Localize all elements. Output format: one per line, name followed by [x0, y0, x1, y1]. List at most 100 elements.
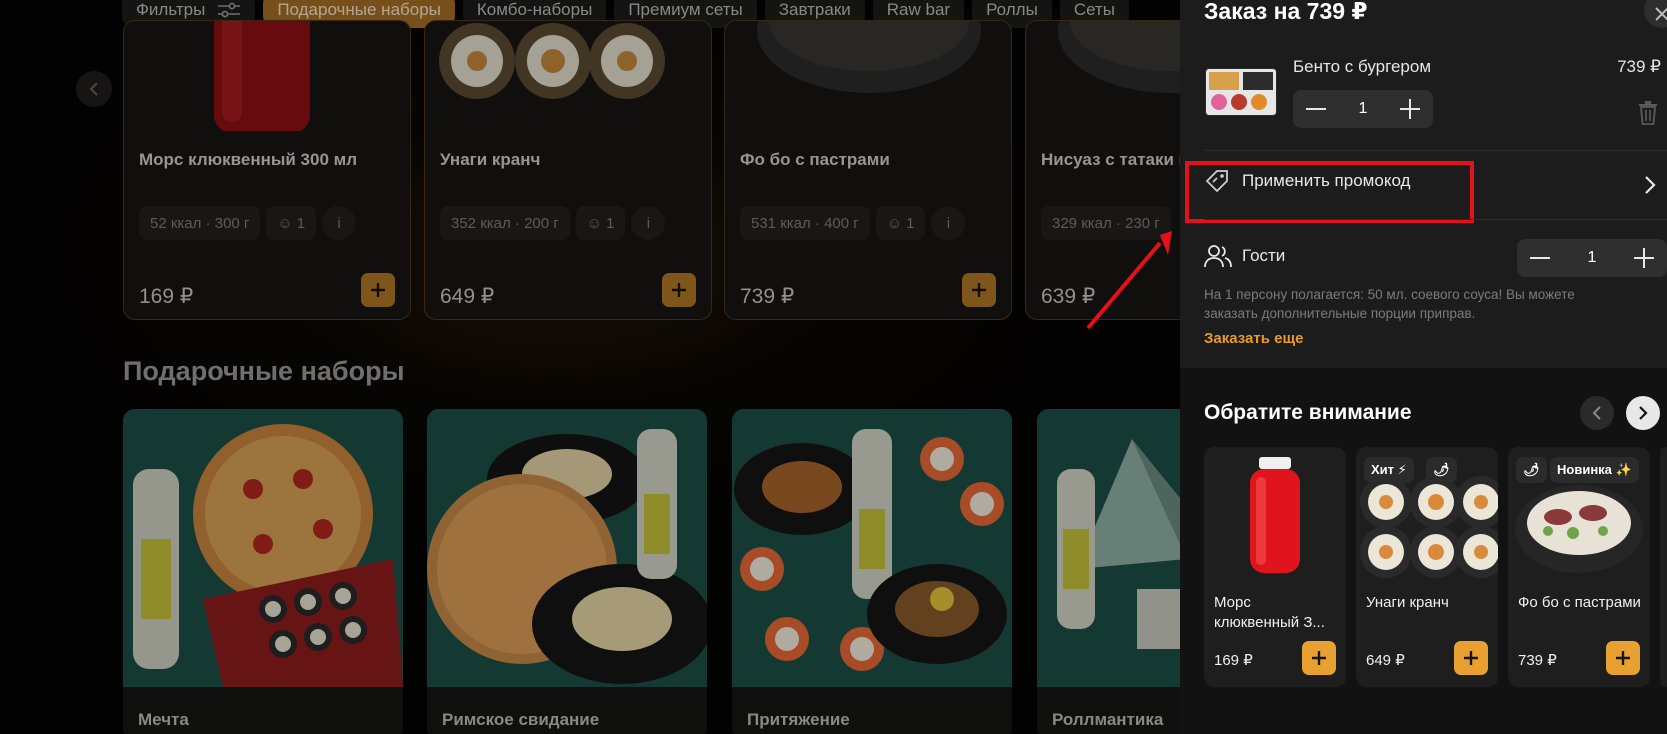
- carousel-prev-button[interactable]: [76, 71, 112, 107]
- product-card[interactable]: Унаги кранч 352 ккал · 200 г ☺ 1 i 649 ₽: [424, 20, 712, 320]
- product-image: [425, 21, 711, 131]
- nutrition-tag: 531 ккал · 400 г: [740, 206, 870, 240]
- info-icon: i: [946, 214, 951, 232]
- category-label: Премиум сеты: [628, 0, 743, 19]
- category-label: Роллы: [986, 0, 1038, 19]
- divider: [1204, 150, 1667, 151]
- plus-icon: [1616, 651, 1630, 665]
- add-to-cart-button[interactable]: [962, 273, 996, 307]
- nutrition-tag: 352 ккал · 200 г: [440, 206, 570, 240]
- gift-set-card[interactable]: Мечта: [123, 409, 403, 734]
- info-button[interactable]: i: [931, 206, 966, 240]
- recommendation-card[interactable]: Морс клюквенный З... 169 ₽: [1204, 447, 1346, 687]
- info-icon: i: [646, 214, 651, 232]
- recommendations-prev-button[interactable]: [1580, 396, 1614, 430]
- recommendation-card[interactable]: 🌶 Новинка ✨ Фо бо с пастрами 739 ₽: [1508, 447, 1650, 687]
- plus-icon: [1464, 651, 1478, 665]
- add-to-cart-button[interactable]: [361, 273, 395, 307]
- add-recommendation-button[interactable]: [1606, 641, 1640, 675]
- category-label: Raw bar: [886, 0, 951, 19]
- product-name: Фо бо с пастрами: [740, 150, 890, 169]
- gift-set-card[interactable]: Римское свидание: [427, 409, 707, 734]
- decrease-guests-button[interactable]: [1527, 245, 1553, 271]
- gift-set-image: [1037, 409, 1180, 687]
- category-label: Завтраки: [778, 0, 851, 19]
- product-name: Морс клюквенный 300 мл: [139, 150, 358, 169]
- plus-icon: [1312, 651, 1326, 665]
- persons-tag: ☺ 1: [266, 206, 317, 240]
- plus-icon: [672, 283, 686, 297]
- info-button[interactable]: i: [322, 206, 357, 240]
- add-recommendation-button[interactable]: [1302, 641, 1336, 675]
- divider: [1204, 219, 1667, 220]
- product-name: Унаги кранч: [440, 150, 541, 169]
- category-label: Подарочные наборы: [277, 0, 441, 19]
- cart-panel: Заказ на 739 ₽ Бенто с бургером 739 ₽ 1: [1180, 0, 1667, 734]
- plus-icon: [371, 283, 385, 297]
- recommendations-next-button[interactable]: [1626, 396, 1660, 430]
- chevron-left-icon: [89, 82, 98, 96]
- recommendation-name: Фо бо с пастрами: [1518, 594, 1641, 611]
- increase-guests-button[interactable]: [1631, 245, 1657, 271]
- recommendation-card-partial[interactable]: [1660, 447, 1667, 687]
- product-image: [124, 21, 410, 131]
- persons-count: 1: [296, 214, 306, 232]
- product-card[interactable]: Морс клюквенный 300 мл 52 ккал · 300 г ☺…: [123, 20, 411, 320]
- decrease-quantity-button[interactable]: [1303, 96, 1329, 122]
- add-to-cart-button[interactable]: [662, 273, 696, 307]
- product-card[interactable]: Фо бо с пастрами 531 ккал · 400 г ☺ 1 i 7…: [724, 20, 1012, 320]
- spicy-badge: 🌶: [1516, 457, 1547, 483]
- gift-set-name: Мечта: [123, 687, 403, 734]
- persons-count: 1: [606, 214, 615, 232]
- recommendation-price: 649 ₽: [1366, 652, 1405, 669]
- order-more-link[interactable]: Заказать еще: [1204, 330, 1303, 347]
- persons-tag: ☺ 1: [875, 206, 926, 240]
- recommendation-image: [1204, 447, 1346, 585]
- chevron-right-icon[interactable]: [1643, 174, 1657, 196]
- section-title-gift-sets: Подарочные наборы: [123, 356, 405, 386]
- gift-set-name: Римское свидание: [427, 687, 707, 734]
- cart-item-quantity: 1: [1358, 100, 1368, 117]
- info-icon: i: [337, 214, 341, 232]
- persons-tag: ☺ 1: [575, 206, 626, 240]
- gift-set-card[interactable]: Притяжение: [732, 409, 1012, 734]
- nutrition-tag: 52 ккал · 300 г: [139, 206, 261, 240]
- trash-icon[interactable]: [1637, 100, 1659, 126]
- product-price: 169 ₽: [139, 285, 194, 308]
- promo-highlight-frame: [1185, 161, 1474, 223]
- person-icon: ☺: [586, 214, 603, 232]
- category-label: Комбо-наборы: [476, 0, 593, 19]
- increase-quantity-button[interactable]: [1397, 96, 1423, 122]
- hit-badge: Хит ⚡: [1364, 457, 1414, 483]
- recommendation-card[interactable]: Хит ⚡ 🌶 Унаги кранч 649 ₽: [1356, 447, 1498, 687]
- gift-set-image: [123, 409, 403, 687]
- cart-item-name: Бенто с бургером: [1293, 57, 1432, 76]
- close-button[interactable]: [1644, 0, 1667, 28]
- product-name: Нисуаз с татаки и: [1041, 150, 1180, 169]
- attention-title: Обратите внимание: [1204, 401, 1412, 424]
- add-recommendation-button[interactable]: [1454, 641, 1488, 675]
- product-price: 739 ₽: [740, 285, 795, 308]
- guests-note: На 1 персону полагается: 50 мл. соевого …: [1204, 287, 1575, 321]
- product-image: [725, 21, 1011, 131]
- filter-icon: [218, 2, 241, 18]
- guests-quantity-stepper: 1: [1517, 239, 1667, 277]
- chevron-right-icon: [1639, 406, 1648, 420]
- menu-area: Фильтры Подарочные наборы Комбо-наборы П…: [0, 0, 1180, 734]
- guests-row: Гости: [1204, 244, 1285, 268]
- cart-item-price: 739 ₽: [1617, 57, 1661, 76]
- cart-title: Заказ на 739 ₽: [1204, 0, 1368, 24]
- close-icon: [1655, 7, 1667, 21]
- annotation-arrow-icon: [1086, 231, 1172, 330]
- recommendation-name: Унаги кранч: [1366, 594, 1449, 611]
- gift-set-name: Притяжение: [732, 687, 1012, 734]
- gift-set-card[interactable]: Роллмантика: [1037, 409, 1180, 734]
- info-button[interactable]: i: [631, 206, 666, 240]
- guests-quantity: 1: [1587, 249, 1597, 266]
- guests-icon: [1204, 245, 1232, 268]
- chevron-left-icon: [1592, 406, 1601, 420]
- new-badge: Новинка ✨: [1550, 457, 1639, 483]
- gift-set-name: Роллмантика: [1037, 687, 1180, 734]
- product-price: 649 ₽: [440, 285, 495, 308]
- gift-set-image: [427, 409, 707, 687]
